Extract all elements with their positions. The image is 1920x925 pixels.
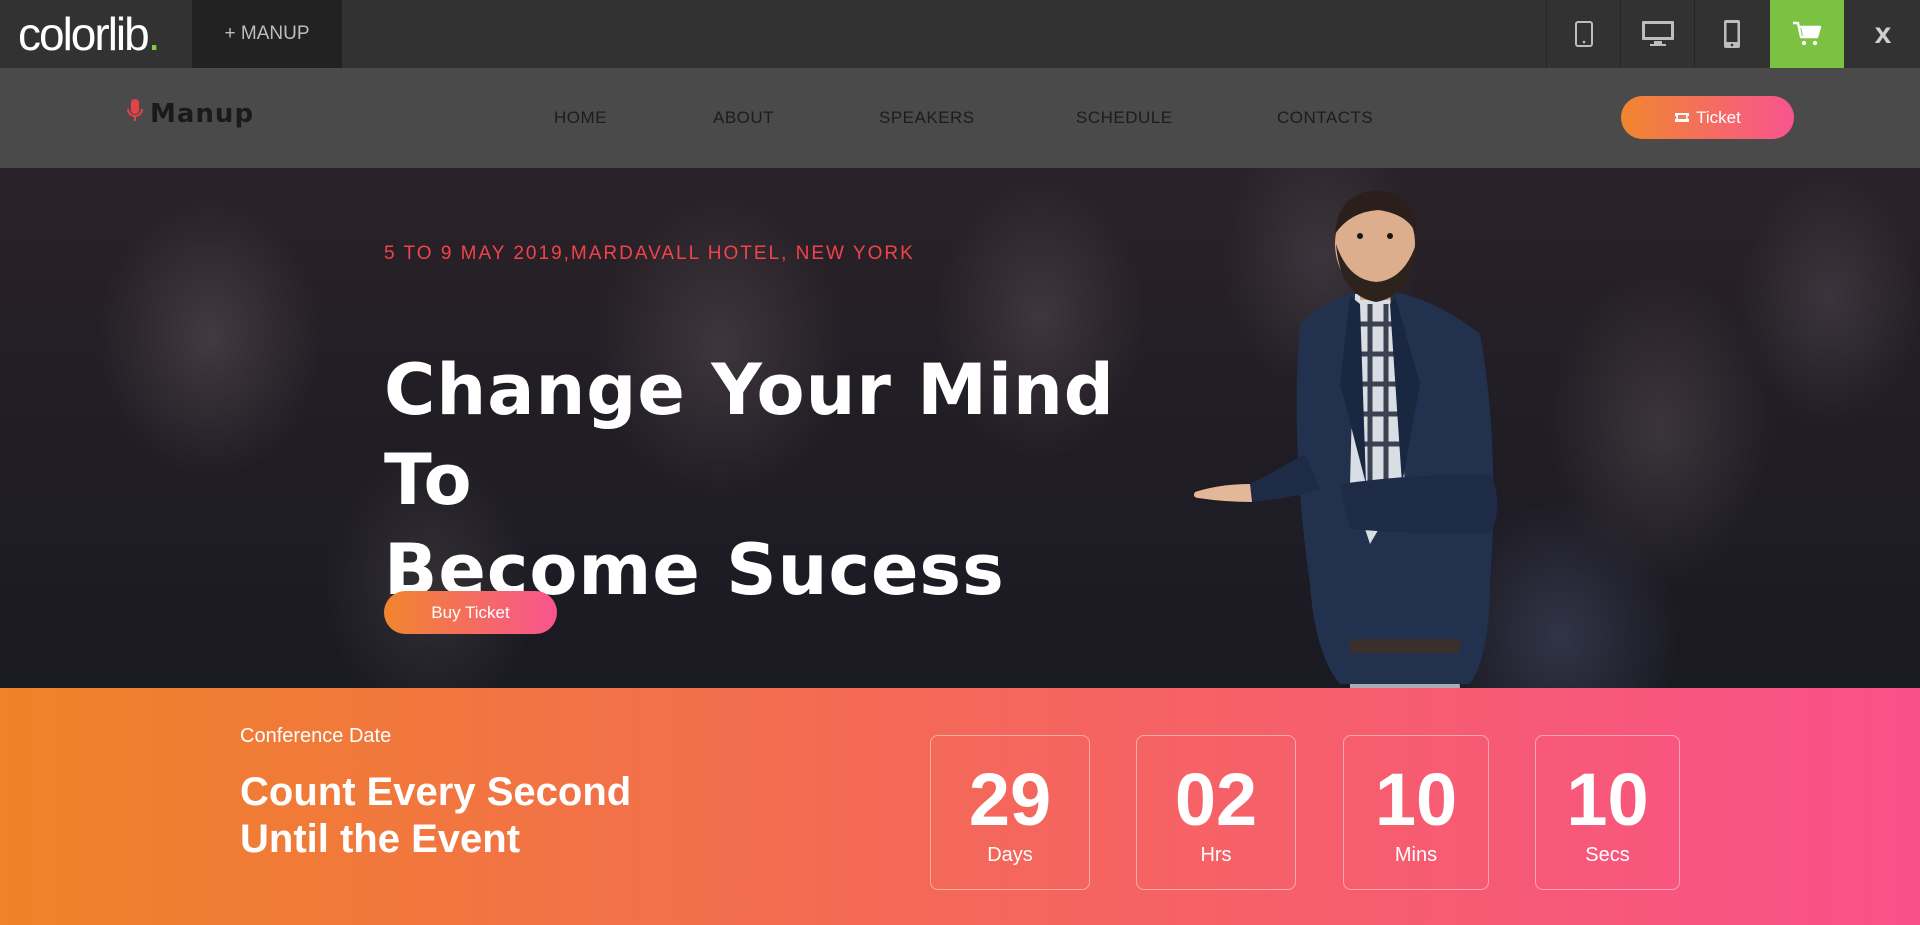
- countdown-title-line-2: Until the Event: [240, 817, 521, 861]
- hero-section: 5 TO 9 MAY 2019,MARDAVALL HOTEL, NEW YOR…: [0, 168, 1920, 688]
- hero-title: Change Your Mind To Become Sucess: [384, 345, 1164, 615]
- desktop-icon: [1641, 20, 1675, 48]
- product-tab[interactable]: + MANUP: [192, 0, 342, 68]
- event-date-location: 5 TO 9 MAY 2019,MARDAVALL HOTEL, NEW YOR…: [384, 243, 915, 264]
- buy-ticket-button[interactable]: Buy Ticket: [384, 591, 557, 634]
- nav-schedule[interactable]: SCHEDULE: [1076, 108, 1173, 128]
- countdown-hours: 02 Hrs: [1136, 735, 1296, 890]
- countdown-title: Count Every Second Until the Event: [240, 769, 760, 863]
- nav-contacts[interactable]: CONTACTS: [1277, 108, 1373, 128]
- preview-bar: colorlib. + MANUP x: [0, 0, 1920, 68]
- hours-label: Hrs: [1200, 844, 1232, 866]
- countdown-seconds: 10 Secs: [1535, 735, 1680, 890]
- site-header: Manup HOME ABOUT SPEAKERS SCHEDULE CONTA…: [0, 68, 1920, 168]
- mobile-view-button[interactable]: [1694, 0, 1768, 68]
- ticket-button-label: Ticket: [1696, 107, 1741, 127]
- tablet-view-button[interactable]: [1546, 0, 1620, 68]
- seconds-label: Secs: [1585, 844, 1630, 866]
- cart-button[interactable]: [1770, 0, 1844, 68]
- hero-title-line-1: Change Your Mind To: [384, 349, 1115, 521]
- colorlib-logo[interactable]: colorlib.: [18, 6, 161, 62]
- site-logo[interactable]: Manup: [124, 98, 254, 129]
- cart-icon: [1792, 21, 1822, 47]
- conference-date-label: Conference Date: [240, 725, 392, 747]
- ticket-icon: [1674, 108, 1690, 128]
- seconds-value: 10: [1566, 758, 1649, 841]
- minutes-label: Mins: [1394, 844, 1438, 866]
- countdown-section: Conference Date Count Every Second Until…: [0, 688, 1920, 925]
- brand-dot: .: [147, 8, 161, 60]
- minutes-value: 10: [1374, 758, 1458, 841]
- countdown-days: 29 Days: [930, 735, 1090, 890]
- mobile-icon: [1723, 19, 1741, 49]
- close-button[interactable]: x: [1846, 0, 1920, 68]
- countdown-minutes: 10 Mins: [1343, 735, 1489, 890]
- countdown-title-line-1: Count Every Second: [240, 770, 632, 814]
- days-label: Days: [987, 844, 1033, 866]
- hours-value: 02: [1174, 758, 1258, 841]
- nav-home[interactable]: HOME: [554, 108, 607, 128]
- nav-speakers[interactable]: SPEAKERS: [879, 108, 975, 128]
- brand-name: colorlib: [18, 8, 150, 60]
- days-value: 29: [968, 758, 1052, 841]
- nav-about[interactable]: ABOUT: [713, 108, 774, 128]
- desktop-view-button[interactable]: [1620, 0, 1694, 68]
- microphone-icon: [124, 98, 146, 129]
- logo-text: Manup: [150, 98, 255, 129]
- speaker-image: [1194, 190, 1498, 688]
- ticket-button[interactable]: Ticket: [1621, 96, 1794, 139]
- tablet-icon: [1574, 21, 1594, 47]
